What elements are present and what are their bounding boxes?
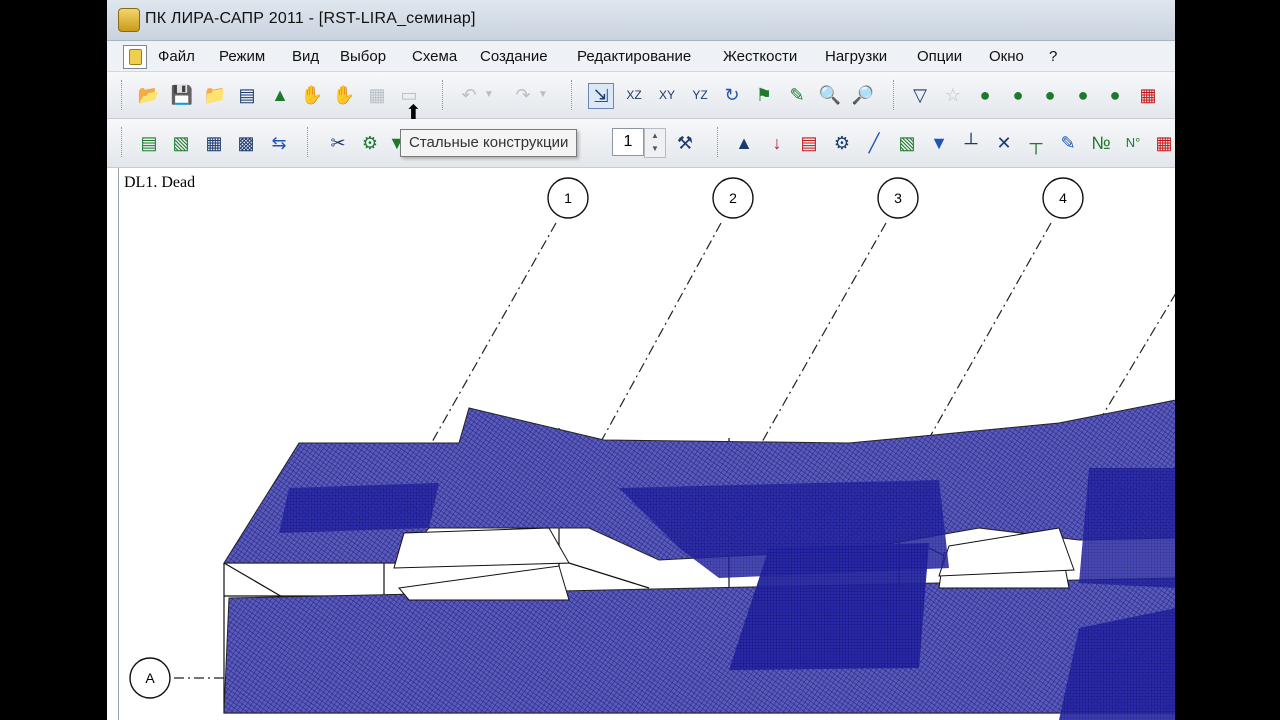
app-logo-icon xyxy=(118,8,140,32)
app-window: ПК ЛИРА-САПР 2011 - [RST-LIRA_семинар] Ф… xyxy=(107,0,1175,720)
menu-mode[interactable]: Режим xyxy=(219,48,265,65)
menu-scheme[interactable]: Схема xyxy=(412,48,457,65)
line-load-icon[interactable]: ╱ xyxy=(862,131,886,155)
lower-slab xyxy=(223,577,1175,714)
scissors-icon[interactable]: ✂ xyxy=(326,131,350,155)
steel-structures-icon[interactable]: ⚙ xyxy=(358,131,382,155)
zoom-window-icon[interactable]: 🔎 xyxy=(851,83,875,107)
menu-window[interactable]: Окно xyxy=(989,48,1024,65)
hand-icon[interactable]: ✋ xyxy=(300,83,324,107)
toolbar-grip[interactable] xyxy=(307,127,311,157)
filter-icon[interactable]: ▽ xyxy=(908,83,932,107)
tooltip: Стальные конструкции xyxy=(400,129,578,157)
beams-icon[interactable]: ▤ xyxy=(137,131,161,155)
cylinder-icon[interactable]: ▩ xyxy=(234,131,258,155)
slab-opening xyxy=(398,565,570,601)
redo-icon: ↷ xyxy=(515,85,531,105)
slab-opening xyxy=(393,527,570,569)
axis-label-3: 3 xyxy=(894,190,902,206)
toolbar-grip[interactable] xyxy=(893,80,897,110)
disabled-filter-icon: ☆ xyxy=(944,85,962,105)
secondary-toolbar: ▤ ▧ ▦ ▩ ⇆ ✂ ⚙ ▼ 1 ▲ ▼ ⚒ ▲ ↓ ▤ ⚙ ╱ ▧ ▼ ┴ ✕… xyxy=(107,119,1175,168)
undo-icon: ↶ xyxy=(461,85,477,105)
menu-stiffness[interactable]: Жесткости xyxy=(723,48,797,65)
spinner-arrows[interactable]: ▲ ▼ xyxy=(644,128,666,158)
node-edit-icon[interactable]: ⇲ xyxy=(588,83,614,109)
drawing-canvas[interactable]: DL1. Dead 1 2 3 4 A xyxy=(118,168,1175,720)
menu-options[interactable]: Опции xyxy=(917,48,962,65)
menu-loads[interactable]: Нагрузки xyxy=(825,48,887,65)
structure-model: 1 2 3 4 A xyxy=(129,177,1175,720)
zoom-4-icon[interactable]: ● xyxy=(1071,83,1095,107)
axis-label-1: 1 xyxy=(564,190,572,206)
folder-export-icon[interactable]: 📁 xyxy=(203,83,227,107)
zoom-5-icon[interactable]: ● xyxy=(1103,83,1127,107)
hammer-icon[interactable]: ⚒ xyxy=(673,131,697,155)
disabled-grid-icon: ▦ xyxy=(368,85,386,105)
stress-zone xyxy=(279,483,439,533)
spinner-input[interactable]: 1 xyxy=(612,128,644,156)
support-icon[interactable]: ▲ xyxy=(732,131,756,155)
pencil-load-icon[interactable]: ✎ xyxy=(1056,131,1080,155)
zoom-2-icon[interactable]: ● xyxy=(1006,83,1030,107)
text-icon[interactable]: ▤ xyxy=(235,83,259,107)
frame-icon[interactable]: ▦ xyxy=(1136,83,1160,107)
menu-create[interactable]: Создание xyxy=(480,48,548,65)
toolbar-grip[interactable] xyxy=(571,80,575,110)
gear-load-icon[interactable]: ⚙ xyxy=(830,131,854,155)
rotate-icon[interactable]: ↻ xyxy=(720,83,744,107)
title-bar[interactable]: ПК ЛИРА-САПР 2011 - [RST-LIRA_семинар] xyxy=(107,0,1175,41)
zoom-3-icon[interactable]: ● xyxy=(1038,83,1062,107)
menu-file[interactable]: Файл xyxy=(158,48,195,65)
load-icon[interactable]: ▤ xyxy=(797,131,821,155)
open-folder-icon[interactable]: 📂 xyxy=(137,83,161,107)
columns-icon[interactable]: ▧ xyxy=(169,131,193,155)
axis-label-2: 2 xyxy=(729,190,737,206)
number-zero-icon[interactable]: N° xyxy=(1121,131,1145,155)
zoom-in-icon[interactable]: 🔍 xyxy=(818,83,842,107)
distributed-load-icon[interactable]: ↓ xyxy=(765,131,789,155)
redo-dropdown-icon: ▼ xyxy=(538,89,548,100)
main-toolbar: 📂 💾 📁 ▤ ▲ ✋ ✋ ▦ ▭ ↶ ▼ ↷ ▼ ⇲ XZ XY YZ ↻ ⚑… xyxy=(107,72,1175,119)
hatch-icon[interactable]: ▧ xyxy=(895,131,919,155)
document-icon[interactable] xyxy=(123,45,147,69)
axis-label-a: A xyxy=(145,670,155,686)
toolbar-grip[interactable] xyxy=(717,127,721,157)
toolbar-grip[interactable] xyxy=(121,127,125,157)
axis-label-4: 4 xyxy=(1059,190,1067,206)
save-icon[interactable]: 💾 xyxy=(170,83,194,107)
screen-background xyxy=(1175,0,1280,720)
flag-icon[interactable]: ⚑ xyxy=(752,83,776,107)
partial-icon[interactable]: ▼ xyxy=(388,131,406,155)
ground-icon[interactable]: ┴ xyxy=(959,131,983,155)
number-icon[interactable]: № xyxy=(1089,131,1113,155)
disabled-hand-icon: ✋ xyxy=(332,85,356,105)
color-grid-icon[interactable]: ▦ xyxy=(1152,131,1175,155)
slab-grid-icon[interactable]: ▦ xyxy=(202,131,226,155)
xz-view-icon[interactable]: XZ xyxy=(622,83,646,107)
menu-help[interactable]: ? xyxy=(1049,48,1057,65)
mouse-cursor-icon: ⬆ xyxy=(405,102,422,124)
sync-icon[interactable]: ⇆ xyxy=(267,131,291,155)
xy-view-icon[interactable]: XY xyxy=(655,83,679,107)
menu-bar: Файл Режим Вид Выбор Схема Создание Реда… xyxy=(107,41,1175,72)
stress-zone xyxy=(1079,468,1175,588)
tee-icon[interactable]: ┬ xyxy=(1024,131,1048,155)
window-title: ПК ЛИРА-САПР 2011 - [RST-LIRA_семинар] xyxy=(145,10,476,27)
triangle-load-icon[interactable]: ▼ xyxy=(927,131,951,155)
toolbar-grip[interactable] xyxy=(442,80,446,110)
slab-opening xyxy=(938,527,1075,577)
pin-icon[interactable]: ▲ xyxy=(268,83,292,107)
pencil-icon[interactable]: ✎ xyxy=(785,83,809,107)
menu-view[interactable]: Вид xyxy=(292,48,319,65)
yz-view-icon[interactable]: YZ xyxy=(688,83,712,107)
menu-select[interactable]: Выбор xyxy=(340,48,386,65)
undo-dropdown-icon: ▼ xyxy=(484,89,494,100)
zoom-1-icon[interactable]: ● xyxy=(973,83,997,107)
menu-edit[interactable]: Редактирование xyxy=(577,48,691,65)
toolbar-grip[interactable] xyxy=(121,80,125,110)
cross-icon[interactable]: ✕ xyxy=(992,131,1016,155)
